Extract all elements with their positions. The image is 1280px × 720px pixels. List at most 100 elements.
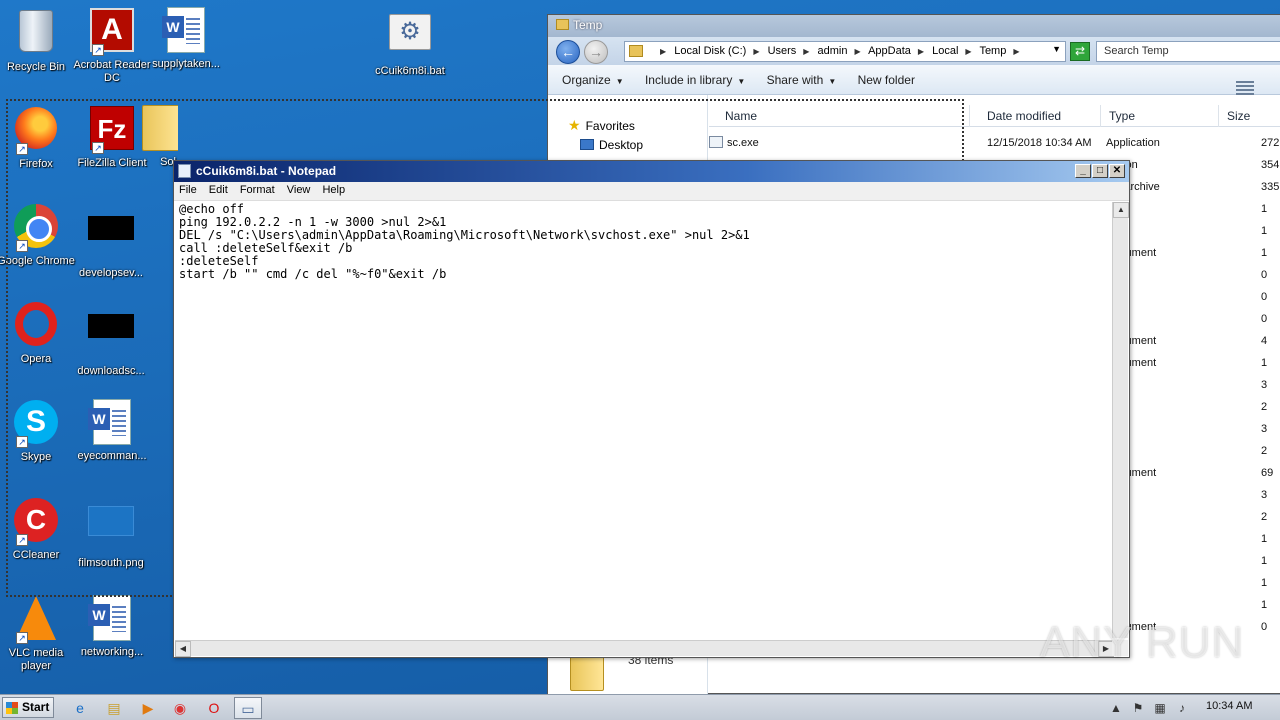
nav-desktop[interactable]: Desktop (548, 135, 707, 155)
breadcrumb-item[interactable]: AppData (868, 45, 911, 57)
column-type[interactable]: Type (1101, 105, 1219, 127)
file-size: 0 (1261, 313, 1268, 325)
organize-button[interactable]: Organize ▼ (562, 73, 624, 87)
menu-file[interactable]: File (179, 184, 197, 196)
breadcrumb-separator-icon[interactable]: ▶ (1013, 47, 1019, 56)
file-size: 0 (1261, 291, 1268, 303)
show-hidden-icons-icon[interactable]: ▲ (1108, 700, 1124, 716)
ccleaner-icon: C ↗ (12, 498, 60, 546)
taskbar-media-player-icon[interactable]: ▶ (134, 697, 162, 719)
desktop-icon-downloadsc[interactable]: downloadsc... (71, 300, 151, 378)
desktop-icon-firefox[interactable]: ↗ Firefox (0, 104, 76, 171)
breadcrumb-separator-icon[interactable]: ▶ (753, 47, 759, 56)
explorer-title-bar[interactable]: Temp (548, 15, 1280, 37)
share-with-button[interactable]: Share with ▼ (767, 73, 837, 87)
breadcrumb-item[interactable]: admin (818, 45, 848, 57)
desktop-icon-filmsouth[interactable]: filmsouth.png (71, 496, 151, 570)
desktop-icon-vlc[interactable]: ↗ VLC media player (0, 594, 76, 673)
chevron-down-icon: ▼ (737, 77, 746, 86)
column-size[interactable]: Size (1219, 105, 1280, 127)
maximize-button[interactable]: □ (1092, 164, 1108, 178)
scroll-left-icon[interactable]: ◀ (175, 641, 191, 657)
explorer-command-bar: Organize ▼ Include in library ▼ Share with… (548, 65, 1280, 95)
folder-icon (556, 19, 569, 30)
forward-button[interactable]: → (584, 40, 608, 64)
chevron-down-icon: ▼ (828, 77, 837, 86)
desktop-icon-chrome[interactable]: ↗ Google Chrome (0, 202, 76, 268)
explorer-title: Temp (573, 18, 603, 32)
taskbar-notepad-icon[interactable]: ▭ (234, 697, 262, 719)
chevron-down-icon: ▼ (615, 77, 624, 86)
file-size: 1 (1261, 225, 1268, 237)
view-options-icon[interactable] (1236, 81, 1254, 95)
batch-file-icon: ⚙ (386, 14, 434, 62)
desktop-icon-bat-file[interactable]: ⚙ cCuik6m8i.bat (370, 8, 450, 78)
notepad-title: cCuik6m8i.bat - Notepad (196, 164, 337, 178)
notepad-menu-bar: File Edit Format View Help (174, 182, 1129, 201)
menu-edit[interactable]: Edit (209, 184, 228, 196)
folder-icon (142, 105, 178, 153)
taskbar: Start e ▤ ▶ ◉ O ▭ ▲ ⚑ ▦ ♪ 10:34 AM (0, 694, 1280, 720)
file-type: Application (1106, 137, 1160, 149)
clock[interactable]: 10:34 AM (1206, 700, 1252, 712)
desktop-icon-ccleaner[interactable]: C ↗ CCleaner (0, 496, 76, 562)
explorer-address-bar: ← → ▶ Local Disk (C:) ▶ Users ▶ admin ▶ App… (548, 37, 1280, 65)
taskbar-explorer-icon[interactable]: ▤ (100, 697, 128, 719)
notepad-window[interactable]: cCuik6m8i.bat - Notepad _ □ ✕ File Edit … (173, 160, 1130, 658)
breadcrumb-item[interactable]: Users (768, 45, 797, 57)
file-row[interactable]: sc.exe 12/15/2018 10:34 AM Application 272 (709, 132, 1280, 154)
desktop-icon-skype[interactable]: S ↗ Skype (0, 398, 76, 464)
flag-icon[interactable]: ⚑ (1130, 700, 1146, 716)
image-file-icon (87, 506, 135, 554)
acrobat-icon: A ↗ (88, 8, 136, 56)
refresh-button[interactable]: ⇄ (1070, 42, 1090, 61)
taskbar-opera-icon[interactable]: O (200, 697, 228, 719)
taskbar-chrome-icon[interactable]: ◉ (166, 697, 194, 719)
column-header: Name Date modified Type Size (709, 105, 1280, 127)
desktop-icon-eyecommand[interactable]: W eyecomman... (72, 398, 152, 463)
vertical-scrollbar[interactable]: ▲ (1112, 202, 1129, 638)
desktop-icon-networking[interactable]: W networking... (72, 594, 152, 659)
menu-view[interactable]: View (287, 184, 311, 196)
folder-icon (629, 45, 643, 57)
breadcrumb-separator-icon[interactable]: ▶ (854, 47, 860, 56)
breadcrumb-item[interactable]: Local Disk (C:) (674, 45, 746, 57)
file-size: 4 (1261, 335, 1268, 347)
desktop-icon-opera[interactable]: Opera (0, 300, 76, 366)
back-button[interactable]: ← (556, 40, 580, 64)
minimize-button[interactable]: _ (1075, 164, 1091, 178)
column-name[interactable]: Name (717, 105, 970, 127)
breadcrumb-separator-icon[interactable]: ▶ (965, 47, 971, 56)
close-button[interactable]: ✕ (1109, 164, 1125, 178)
include-in-library-button[interactable]: Include in library ▼ (645, 73, 745, 87)
nav-favorites[interactable]: ★ Favorites (548, 95, 707, 135)
scroll-up-icon[interactable]: ▲ (1113, 202, 1129, 218)
breadcrumb-item[interactable]: Local (932, 45, 958, 57)
chevron-down-icon[interactable]: ▼ (1052, 44, 1061, 54)
notepad-title-bar[interactable]: cCuik6m8i.bat - Notepad _ □ ✕ (174, 161, 1129, 182)
desktop-icon-supplytaken[interactable]: W supplytaken... (146, 6, 226, 71)
resize-grip[interactable] (1112, 640, 1128, 656)
desktop-icon (580, 139, 594, 150)
horizontal-scrollbar[interactable]: ◀ ▶ (175, 640, 1114, 657)
notepad-text-area[interactable]: @echo off ping 192.0.2.2 -n 1 -w 3000 >n… (177, 202, 1114, 635)
breadcrumb-item[interactable]: Temp (979, 45, 1006, 57)
start-button[interactable]: Start (2, 697, 54, 718)
column-date-modified[interactable]: Date modified (979, 105, 1101, 127)
new-folder-button[interactable]: New folder (858, 73, 915, 87)
breadcrumb-separator-icon[interactable]: ▶ (918, 47, 924, 56)
network-icon[interactable]: ▦ (1152, 700, 1168, 716)
desktop-icon-filezilla[interactable]: Fz ↗ FileZilla Client (72, 104, 152, 170)
desktop-icon-developsev[interactable]: developsev... (71, 202, 151, 280)
volume-icon[interactable]: ♪ (1174, 700, 1190, 716)
desktop-icon-recycle-bin[interactable]: Recycle Bin (0, 6, 76, 74)
menu-help[interactable]: Help (322, 184, 345, 196)
breadcrumb-separator-icon[interactable]: ▶ (803, 47, 809, 56)
file-size: 2 (1261, 445, 1268, 457)
address-breadcrumb[interactable]: ▶ Local Disk (C:) ▶ Users ▶ admin ▶ AppData… (624, 41, 1066, 62)
desktop-icon-acrobat[interactable]: A ↗ Acrobat Reader DC (72, 6, 152, 85)
menu-format[interactable]: Format (240, 184, 275, 196)
taskbar-ie-icon[interactable]: e (66, 697, 94, 719)
file-size: 335 (1261, 181, 1280, 193)
search-input[interactable]: Search Temp (1096, 41, 1280, 62)
